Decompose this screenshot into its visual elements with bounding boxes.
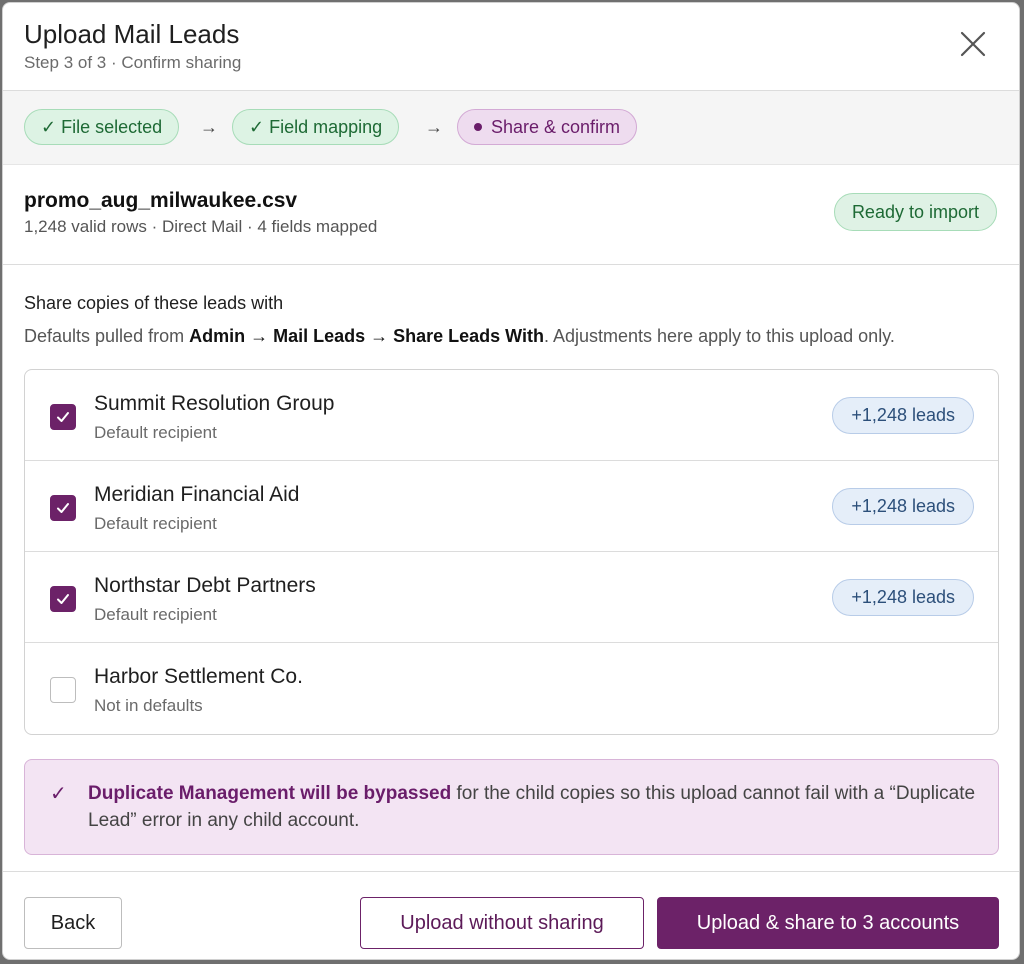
recipient-checkbox[interactable] [50, 677, 76, 703]
recipient-subtext: Default recipient [94, 605, 217, 624]
share-desc-suffix: . Adjustments here apply to this upload … [543, 326, 895, 346]
share-desc-path: Admin → Mail Leads → Share Leads With [189, 326, 544, 346]
recipient-name: Meridian Financial Aid [94, 483, 300, 506]
upload-mail-leads-dialog: Upload Mail Leads Step 3 of 3 · Confirm … [2, 2, 1020, 960]
step-arrow: → [425, 117, 443, 137]
recipient-row[interactable]: Harbor Settlement Co. Not in defaults [25, 643, 998, 734]
status-badge: Ready to import [833, 193, 997, 231]
leads-count-badge: +1,248 leads [832, 488, 974, 525]
dialog-header: Upload Mail Leads Step 3 of 3 · Confirm … [3, 3, 1019, 91]
step-label: ✓ File selected [41, 116, 163, 137]
close-icon [960, 31, 986, 57]
close-button[interactable] [957, 28, 989, 60]
duplicate-management-notice: ✓ Duplicate Management will be bypassed … [24, 759, 999, 855]
dialog-footer: Back Upload without sharing Upload & sha… [3, 871, 1019, 959]
leads-count-badge: +1,248 leads [832, 397, 974, 434]
recipient-checkbox[interactable] [50, 586, 76, 612]
checkmark-icon [57, 594, 69, 604]
recipient-row[interactable]: Summit Resolution Group Default recipien… [25, 370, 998, 461]
share-desc-prefix: Defaults pulled from [24, 326, 190, 346]
dialog-subtitle: Step 3 of 3 · Confirm sharing [24, 53, 242, 72]
recipient-row[interactable]: Meridian Financial Aid Default recipient… [25, 461, 998, 552]
recipient-row[interactable]: Northstar Debt Partners Default recipien… [25, 552, 998, 643]
step-file-selected: ✓ File selected [24, 109, 180, 145]
leads-count-badge: +1,248 leads [832, 579, 974, 616]
step-progress: ✓ File selected → ✓ Field mapping → Shar… [3, 91, 1019, 165]
checkmark-icon [57, 503, 69, 513]
check-icon: ✓ [50, 783, 67, 805]
upload-and-share-button[interactable]: Upload & share to 3 accounts [657, 897, 999, 949]
recipient-name: Northstar Debt Partners [94, 574, 316, 597]
checkmark-icon [57, 412, 69, 422]
recipient-subtext: Not in defaults [94, 696, 203, 715]
notice-bold: Duplicate Management will be bypassed [88, 783, 452, 804]
notice-text: Duplicate Management will be bypassed fo… [88, 780, 978, 834]
recipient-subtext: Default recipient [94, 423, 217, 442]
back-button[interactable]: Back [24, 897, 122, 949]
file-meta: 1,248 valid rows · Direct Mail · 4 field… [24, 217, 378, 236]
recipient-checkbox[interactable] [50, 495, 76, 521]
dialog-title: Upload Mail Leads [24, 19, 240, 49]
file-name: promo_aug_milwaukee.csv [24, 189, 298, 212]
step-share-confirm: Share & confirm [457, 109, 638, 145]
step-label: ✓ Field mapping [249, 116, 383, 137]
recipient-name: Summit Resolution Group [94, 392, 335, 415]
upload-without-sharing-button[interactable]: Upload without sharing [360, 897, 644, 949]
step-arrow: → [200, 117, 218, 137]
recipient-subtext: Default recipient [94, 514, 217, 533]
share-heading: Share copies of these leads with [24, 293, 284, 313]
step-field-mapping: ✓ Field mapping [232, 109, 400, 145]
recipient-name: Harbor Settlement Co. [94, 665, 303, 688]
recipient-checkbox[interactable] [50, 404, 76, 430]
recipient-list: Summit Resolution Group Default recipien… [24, 369, 999, 735]
step-label: Share & confirm [491, 116, 621, 137]
file-summary: promo_aug_milwaukee.csv 1,248 valid rows… [3, 165, 1019, 265]
share-description: Defaults pulled from Admin → Mail Leads … [24, 326, 895, 347]
current-step-dot-icon [474, 123, 482, 131]
